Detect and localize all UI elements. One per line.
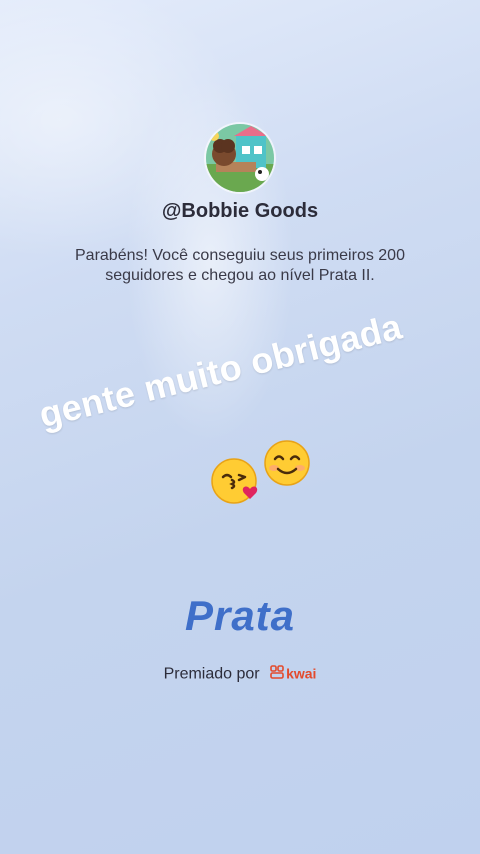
awarded-by-label: Premiado por xyxy=(163,665,260,683)
overlay-caption: gente muito obrigada xyxy=(34,305,406,436)
kissing-face-icon xyxy=(210,455,262,512)
level-name: Prata xyxy=(184,592,296,639)
kwai-logo-icon xyxy=(270,665,284,684)
awarded-by: Premiado por kwai xyxy=(0,665,480,684)
achievement-message: Parabéns! Você conseguiu seus primeiros … xyxy=(75,247,405,284)
avatar xyxy=(206,124,274,192)
username: @Bobbie Goods xyxy=(161,200,319,222)
smiling-face-icon xyxy=(262,438,312,493)
kwai-brand: kwai xyxy=(286,665,317,682)
